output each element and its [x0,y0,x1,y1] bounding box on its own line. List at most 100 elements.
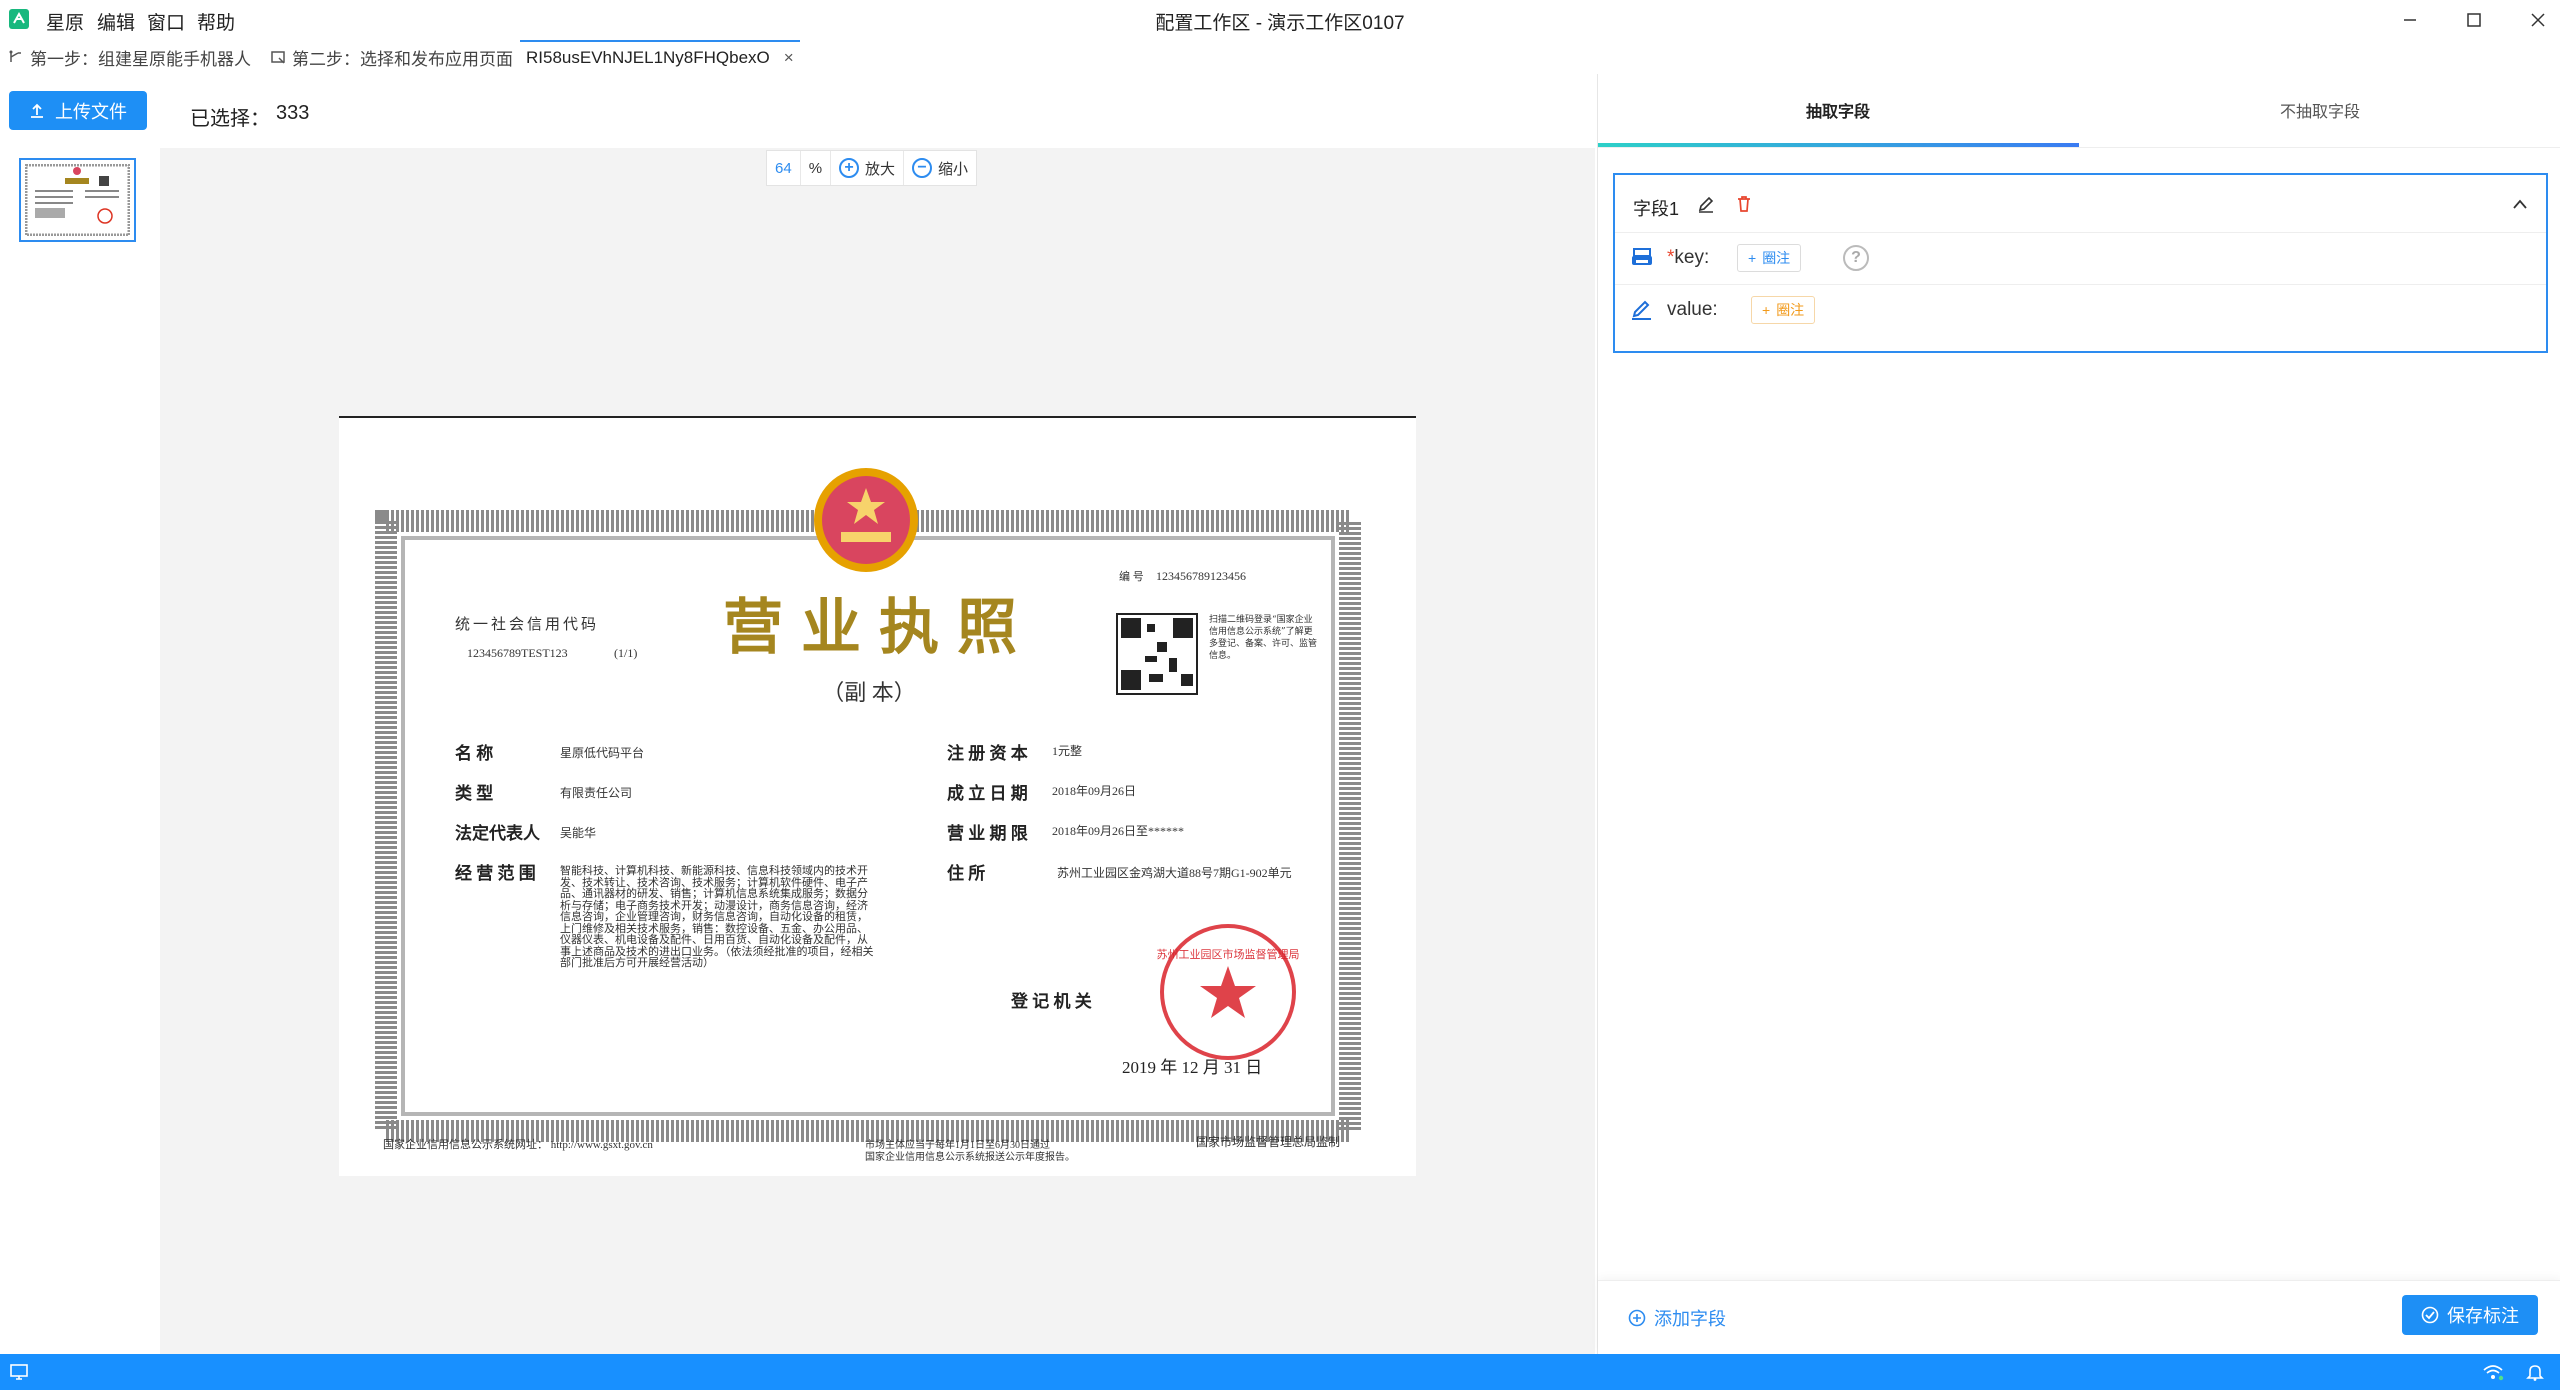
field-capital-value: 1元整 [1052,743,1082,758]
plus-icon: + [1748,250,1757,266]
seal-text: 苏州工业园区市场监督管理局 [1157,947,1300,961]
registry-label: 登 记 机 关 [1010,991,1092,1011]
field-scope-label: 经 营 范 围 [455,863,536,883]
menu-item-window[interactable]: 窗口 [147,8,185,35]
monitor-icon[interactable] [10,1363,28,1381]
close-icon [2531,13,2545,27]
check-circle-icon [2421,1306,2439,1324]
title-bar: 星原 编辑 窗口 帮助 配置工作区 - 演示工作区0107 [0,0,2560,40]
add-circle-icon [1628,1309,1646,1327]
zoom-toolbar: 64 % + 放大 − 缩小 [766,150,978,186]
zoom-out-button[interactable]: − 缩小 [904,151,976,185]
page-publish-icon [271,51,285,64]
zoom-value[interactable]: 64 [767,151,801,185]
field-established-label: 成 立 日 期 [947,783,1028,803]
field-row-key: *key: + 圈注 ? [1615,233,2546,285]
tab-non-extract-fields[interactable]: 不抽取字段 [2280,98,2360,122]
qr-note: 扫描二维码登录“国家企业信用信息公示系统”了解更多登记、备案、许可、监管信息。 [1209,615,1317,661]
add-field-button[interactable]: 添加字段 [1628,1305,1726,1331]
field-capital-label: 注 册 资 本 [947,743,1028,763]
field-address-label: 住 所 [947,863,985,883]
extraction-tabs: 抽取字段 不抽取字段 [1598,74,2560,148]
license-heading: 营业执照 [723,595,1035,661]
selected-label: 已选择： [190,108,270,130]
app-logo-icon [9,9,29,29]
zoom-out-label: 缩小 [938,160,969,178]
menu-item-help[interactable]: 帮助 [197,8,235,35]
license-subheading: （副 本） [822,680,916,705]
credit-code-suffix: (1/1) [614,646,637,660]
business-license-document: 编 号 123456789123456 统一社会信用代码 123456789TE… [339,416,1416,1176]
annotate-key-button[interactable]: + 圈注 [1737,244,1802,272]
credit-code-value: 123456789TEST123 [467,646,568,660]
plus-icon: + [1762,302,1771,318]
minimize-icon [2404,19,2416,21]
zoom-unit: % [801,151,832,185]
maximize-icon [2467,13,2481,27]
field-legal-rep-value: 吴能华 [560,826,596,840]
help-icon[interactable]: ? [1843,245,1869,271]
field-established-value: 2018年09月26日 [1052,784,1136,798]
footer-issuer: 国家市场监督管理总局监制 [1196,1134,1340,1149]
edit-icon[interactable] [1697,195,1715,213]
window-title: 配置工作区 - 演示工作区0107 [1155,13,1405,34]
active-tab-indicator [1598,143,2079,147]
field-name-value: 星原低代码平台 [560,745,644,760]
field-term-value: 2018年09月26日至****** [1052,824,1184,838]
close-window-button[interactable] [2516,4,2560,36]
field-type-label: 类 型 [455,783,493,803]
qr-code-icon [1116,613,1198,695]
status-bar [0,1354,2560,1390]
collapse-chevron-icon[interactable] [2512,197,2528,211]
credit-code-label: 统一社会信用代码 [455,616,599,633]
field-card-header: 字段1 [1615,175,2546,233]
field-name-label: 名 称 [455,743,493,763]
selected-count: 已选择： 333 [190,102,309,131]
field-term-label: 营 业 期 限 [947,823,1028,843]
document-canvas[interactable]: 64 % + 放大 − 缩小 编 号 123456789123456 统一社会信… [160,148,1595,1354]
selected-value: 333 [276,102,310,124]
zoom-in-icon: + [839,158,860,178]
annotation-panel-footer: 添加字段 保存标注 [1598,1280,2560,1354]
menu-item-xingyuan[interactable]: 星原 [46,8,84,35]
maximize-button[interactable] [2452,4,2496,36]
pen-icon [1632,300,1651,320]
footer-notice-1: 市场主体应当于每年1月1日至6月30日通过 [865,1138,1050,1151]
tab-step-two[interactable]: 第二步：选择和发布应用页面 [264,40,519,74]
tab-document[interactable]: RI58usEVhNJEL1Ny8FHQbexO × [520,40,800,74]
field-scope-value: 智能科技、计算机科技、新能源科技、信息科技领域内的技术开发、技术转让、技术咨询、… [560,865,874,968]
document-thumbnail[interactable] [19,158,136,242]
serial-value: 123456789123456 [1156,569,1246,583]
menu-item-edit[interactable]: 编辑 [97,8,135,35]
save-annotation-button[interactable]: 保存标注 [2402,1295,2538,1335]
license-thumbnail-image [24,163,131,237]
serial-label: 编 号 [1119,569,1144,583]
field-row-value: value: + 圈注 [1615,285,2546,337]
upload-icon [31,103,43,118]
zoom-out-icon: − [912,158,933,178]
annotate-value-button[interactable]: + 圈注 [1751,296,1816,324]
minimize-button[interactable] [2388,4,2432,36]
annotation-panel: 抽取字段 不抽取字段 字段1 *key: + 圈注 ? value: + 圈注 [1597,74,2560,1354]
tab-label: 第一步：组建星原能手机器人 [30,49,251,69]
upload-file-button[interactable]: 上传文件 [9,91,147,130]
footer-notice-2: 国家企业信用信息公示系统报送公示年度报告。 [865,1150,1075,1163]
tab-label: 第二步：选择和发布应用页面 [292,49,513,69]
notification-bell-icon[interactable] [2526,1363,2544,1381]
footer-website: 国家企业信用信息公示系统网址： http://www.gsxt.gov.cn [383,1137,653,1151]
field-address-value: 苏州工业园区金鸡湖大道88号7期G1-902单元 [1057,865,1292,880]
zoom-in-button[interactable]: + 放大 [831,151,905,185]
value-label: value: [1667,299,1718,320]
tab-step-one[interactable]: 第一步：组建星原能手机器人 [2,40,257,74]
wifi-icon[interactable] [2482,1363,2504,1381]
delete-icon[interactable] [1735,195,1753,213]
tab-close-icon[interactable]: × [784,48,794,68]
thumbnail-list [0,148,160,1354]
field-legal-rep-label: 法定代表人 [455,823,541,843]
field-type-value: 有限责任公司 [560,786,632,800]
tab-extract-fields[interactable]: 抽取字段 [1806,98,1870,122]
tab-label: RI58usEVhNJEL1Ny8FHQbexO [526,48,770,67]
issue-date: 2019 年 12 月 31 日 [1122,1058,1262,1077]
tab-bar: 第一步：组建星原能手机器人 第二步：选择和发布应用页面 RI58usEVhNJE… [0,40,2560,74]
robot-branch-icon [9,50,21,62]
